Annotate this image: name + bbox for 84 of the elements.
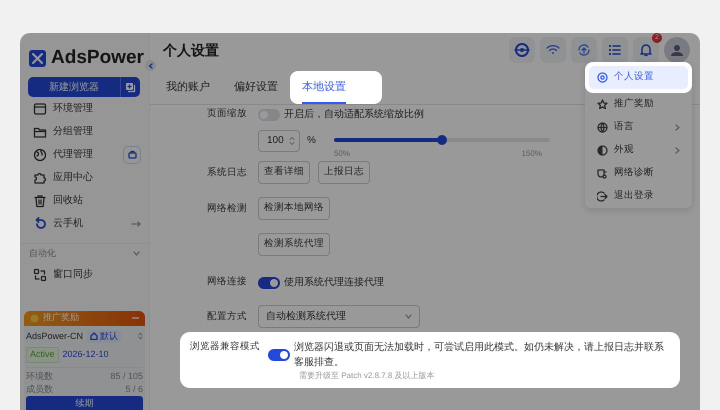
import-button[interactable]: [120, 77, 140, 97]
menu-item[interactable]: 外观: [589, 139, 688, 162]
slider-min-label: 50%: [334, 148, 350, 160]
stat-label: 成员数: [26, 382, 53, 396]
contrast-icon: [597, 145, 608, 156]
nav-item[interactable]: 窗口同步: [20, 263, 149, 286]
slider-track[interactable]: [334, 138, 550, 142]
nav-item[interactable]: 环境管理: [20, 97, 149, 120]
slider-max-label: 150%: [521, 148, 542, 160]
setting-note: 需要升级至 Patch v2.8.7.8 及以上版本: [298, 370, 436, 382]
toggle-switch[interactable]: [268, 349, 290, 361]
tab[interactable]: 我的账户: [166, 78, 210, 104]
refresh-button[interactable]: [571, 37, 597, 63]
nav-item[interactable]: 回收站: [20, 189, 149, 212]
new-browser-button[interactable]: 新建浏览器: [28, 77, 120, 97]
stat-label: 环境数: [26, 370, 53, 382]
sort-icon: [138, 332, 143, 340]
menu-item[interactable]: 个人设置: [589, 66, 688, 89]
target-button[interactable]: [509, 37, 535, 63]
chevron-left-icon: [148, 62, 153, 68]
dropdown-select[interactable]: 自动检测系统代理: [258, 305, 420, 328]
nav-item[interactable]: 云手机: [20, 212, 149, 235]
action-button[interactable]: 查看详细: [258, 161, 310, 184]
nav-item[interactable]: 分组管理: [20, 120, 149, 143]
page-title: 个人设置: [163, 42, 220, 58]
team-tag: 默认: [87, 330, 122, 343]
tab[interactable]: 偏好设置: [234, 78, 278, 104]
logout-icon: [597, 191, 608, 202]
chevron-down-icon: [133, 251, 140, 256]
setting-label: 浏览器兼容模式: [190, 340, 257, 354]
bell-icon: [638, 42, 654, 58]
toolbox-button[interactable]: [123, 146, 141, 164]
window-icon: [33, 102, 47, 116]
renew-button[interactable]: 续期: [26, 396, 143, 410]
menu-item[interactable]: 语言: [589, 116, 688, 139]
action-button[interactable]: 检测系统代理: [258, 233, 330, 256]
rotate-icon: [33, 216, 47, 230]
expiry-date: 2026-12-10: [62, 348, 109, 361]
section-title: 自动化: [29, 246, 56, 260]
team-name: AdsPower-CN: [26, 330, 84, 342]
setting-label: 系统日志: [206, 166, 247, 180]
slider-thumb[interactable]: [436, 135, 447, 145]
list-icon: [607, 42, 623, 58]
menu-item[interactable]: 推广奖励: [589, 93, 688, 116]
stat-value: 5 / 6: [125, 382, 143, 396]
setting-label: 配置方式: [206, 310, 247, 324]
home-icon: [90, 332, 98, 340]
number-field[interactable]: 100: [258, 130, 300, 152]
action-button[interactable]: 检测本地网络: [258, 197, 330, 220]
briefcase-icon: [128, 150, 136, 159]
logo-icon: [29, 50, 46, 66]
status-badge: Active: [26, 347, 59, 362]
list-button[interactable]: [602, 37, 628, 63]
menu-item[interactable]: 退出登录: [589, 185, 688, 208]
menu-item[interactable]: 网络诊断: [589, 162, 688, 185]
nav-item[interactable]: 代理管理: [20, 143, 149, 166]
sync-windows-icon: [33, 268, 47, 282]
setting-label: 页面缩放: [206, 107, 247, 121]
nav-item[interactable]: 应用中心: [20, 166, 149, 189]
trash-icon: [33, 194, 47, 208]
unit-label: %: [307, 134, 316, 148]
setting-description: 浏览器闪退或页面无法加载时，可尝试启用此模式。如仍未解决，请上报日志并联系客服排查。: [294, 340, 665, 370]
action-button[interactable]: 上报日志: [318, 161, 370, 184]
add-copy-icon: [125, 82, 136, 92]
refresh-icon: [576, 42, 592, 58]
arrow-right-icon: [131, 220, 141, 226]
coin-icon: [30, 314, 39, 322]
stat-value: 85 / 105: [110, 370, 143, 382]
target-icon: [514, 42, 530, 58]
wifi-button[interactable]: [540, 37, 566, 63]
minimize-icon: [132, 317, 139, 319]
avatar-button[interactable]: [664, 37, 690, 63]
puzzle-icon: [33, 170, 47, 184]
setting-label: 网络检测: [206, 202, 247, 216]
spinner-icon: [289, 136, 295, 146]
toggle-switch[interactable]: [258, 276, 280, 288]
avatar-icon: [669, 42, 685, 58]
setting-description: 开启后，自动适配系统缩放比例: [284, 108, 424, 122]
logo-text: AdsPower: [51, 46, 144, 70]
setting-description: 使用系统代理连接代理: [284, 276, 384, 290]
collapse-button[interactable]: [145, 60, 156, 71]
setting-label: 网络连接: [206, 275, 247, 289]
star-icon: [597, 99, 608, 110]
chevron-down-icon: [405, 314, 412, 319]
